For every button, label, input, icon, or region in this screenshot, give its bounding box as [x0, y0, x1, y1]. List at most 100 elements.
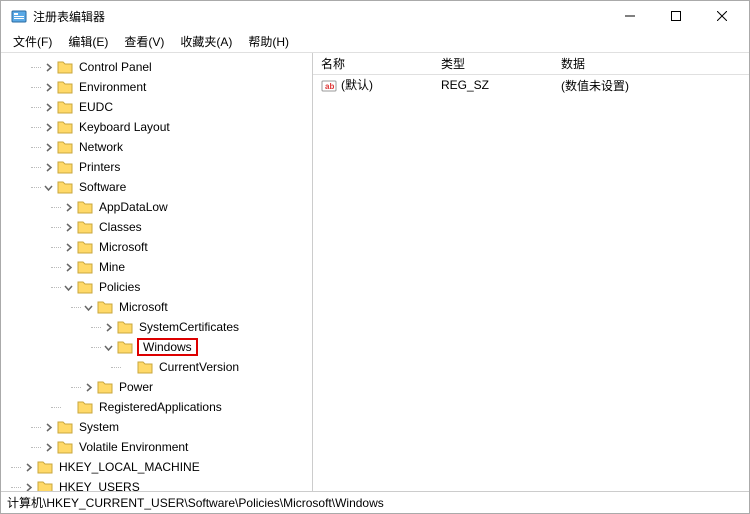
chevron-right-icon[interactable]: [41, 160, 55, 174]
tree-node[interactable]: Printers: [1, 157, 312, 177]
tree-node[interactable]: Environment: [1, 77, 312, 97]
chevron-down-icon[interactable]: [81, 300, 95, 314]
tree-node[interactable]: Keyboard Layout: [1, 117, 312, 137]
tree-node[interactable]: System: [1, 417, 312, 437]
values-pane: 名称 类型 数据 ab(默认)REG_SZ(数值未设置): [313, 53, 749, 491]
registry-tree: Control Panel EnvironmentEUDCKeyboard Lay…: [1, 53, 312, 491]
chevron-right-icon[interactable]: [81, 380, 95, 394]
status-path: 计算机\HKEY_CURRENT_USER\Software\Policies\…: [7, 494, 384, 511]
folder-icon: [37, 460, 53, 474]
tree-node-label: Windows: [137, 338, 198, 356]
tree-node-label: Classes: [97, 219, 144, 235]
chevron-down-icon[interactable]: [61, 280, 75, 294]
app-icon: [11, 8, 27, 24]
menu-view[interactable]: 查看(V): [116, 31, 172, 52]
tree-node-label: SystemCertificates: [137, 319, 241, 335]
tree-node[interactable]: Policies: [1, 277, 312, 297]
tree-node[interactable]: HKEY_USERS: [1, 477, 312, 491]
tree-node[interactable]: RegisteredApplications: [1, 397, 312, 417]
tree-node-label: Power: [117, 379, 155, 395]
menu-edit[interactable]: 编辑(E): [60, 31, 116, 52]
folder-icon: [77, 240, 93, 254]
chevron-right-icon[interactable]: [41, 120, 55, 134]
column-type[interactable]: 类型: [433, 53, 553, 74]
menu-favorites[interactable]: 收藏夹(A): [172, 31, 240, 52]
chevron-right-icon[interactable]: [61, 200, 75, 214]
folder-icon: [57, 180, 73, 194]
svg-text:ab: ab: [325, 82, 334, 91]
folder-icon: [57, 60, 73, 74]
value-name: (默认): [341, 78, 373, 92]
tree-node-label: Volatile Environment: [77, 439, 190, 455]
tree-node[interactable]: Volatile Environment: [1, 437, 312, 457]
list-row[interactable]: ab(默认)REG_SZ(数值未设置): [313, 75, 749, 95]
tree-node-label: System: [77, 419, 121, 435]
tree-node[interactable]: Classes: [1, 217, 312, 237]
chevron-right-icon[interactable]: [61, 260, 75, 274]
tree-node[interactable]: HKEY_LOCAL_MACHINE: [1, 457, 312, 477]
tree-node-label: Mine: [97, 259, 127, 275]
folder-icon: [57, 100, 73, 114]
chevron-right-icon[interactable]: [21, 480, 35, 491]
folder-icon: [117, 320, 133, 334]
list-header: 名称 类型 数据: [313, 53, 749, 75]
minimize-button[interactable]: [607, 1, 653, 31]
tree-node[interactable]: Control Panel: [1, 57, 312, 77]
tree-node-label: Microsoft: [117, 299, 170, 315]
tree-node[interactable]: AppDataLow: [1, 197, 312, 217]
tree-node[interactable]: Mine: [1, 257, 312, 277]
folder-icon: [77, 260, 93, 274]
tree-node[interactable]: EUDC: [1, 97, 312, 117]
chevron-right-icon[interactable]: [101, 320, 115, 334]
status-bar: 计算机\HKEY_CURRENT_USER\Software\Policies\…: [1, 491, 749, 513]
tree-node[interactable]: Microsoft: [1, 297, 312, 317]
tree-node-label: HKEY_USERS: [57, 479, 142, 491]
chevron-right-icon[interactable]: [21, 460, 35, 474]
maximize-button[interactable]: [653, 1, 699, 31]
folder-icon: [57, 440, 73, 454]
chevron-right-icon[interactable]: [41, 140, 55, 154]
chevron-right-icon[interactable]: [61, 220, 75, 234]
tree-node-label: HKEY_LOCAL_MACHINE: [57, 459, 202, 475]
folder-icon: [57, 160, 73, 174]
expander-none: [61, 400, 75, 414]
value-data-cell: (数值未设置): [553, 75, 749, 96]
folder-icon: [117, 340, 133, 354]
folder-icon: [77, 400, 93, 414]
chevron-right-icon[interactable]: [41, 80, 55, 94]
tree-node[interactable]: SystemCertificates: [1, 317, 312, 337]
tree-node-label: Microsoft: [97, 239, 150, 255]
chevron-right-icon[interactable]: [41, 420, 55, 434]
tree-node-label: CurrentVersion: [157, 359, 241, 375]
tree-node-label: Software: [77, 179, 128, 195]
chevron-down-icon[interactable]: [101, 340, 115, 354]
tree-node[interactable]: Power: [1, 377, 312, 397]
value-name-cell: ab (默认): [313, 75, 433, 96]
chevron-right-icon[interactable]: [61, 240, 75, 254]
tree-node[interactable]: Software: [1, 177, 312, 197]
chevron-right-icon[interactable]: [41, 60, 55, 74]
tree-node[interactable]: CurrentVersion: [1, 357, 312, 377]
tree-node[interactable]: Microsoft: [1, 237, 312, 257]
folder-icon: [97, 380, 113, 394]
list-body[interactable]: ab(默认)REG_SZ(数值未设置): [313, 75, 749, 491]
menu-file[interactable]: 文件(F): [5, 31, 60, 52]
tree-node-label: AppDataLow: [97, 199, 170, 215]
chevron-right-icon[interactable]: [41, 440, 55, 454]
folder-icon: [57, 420, 73, 434]
chevron-down-icon[interactable]: [41, 180, 55, 194]
tree-node-label: RegisteredApplications: [97, 399, 224, 415]
tree-node-label: Printers: [77, 159, 122, 175]
tree-node[interactable]: Windows: [1, 337, 312, 357]
chevron-right-icon[interactable]: [41, 100, 55, 114]
menu-help[interactable]: 帮助(H): [240, 31, 297, 52]
string-value-icon: ab: [321, 78, 337, 94]
tree-node-label: Control Panel: [77, 59, 154, 75]
expander-none: [121, 360, 135, 374]
tree-node[interactable]: Network: [1, 137, 312, 157]
tree-pane[interactable]: Control Panel EnvironmentEUDCKeyboard Lay…: [1, 53, 313, 491]
folder-icon: [77, 200, 93, 214]
column-data[interactable]: 数据: [553, 53, 749, 74]
column-name[interactable]: 名称: [313, 53, 433, 74]
close-button[interactable]: [699, 1, 745, 31]
